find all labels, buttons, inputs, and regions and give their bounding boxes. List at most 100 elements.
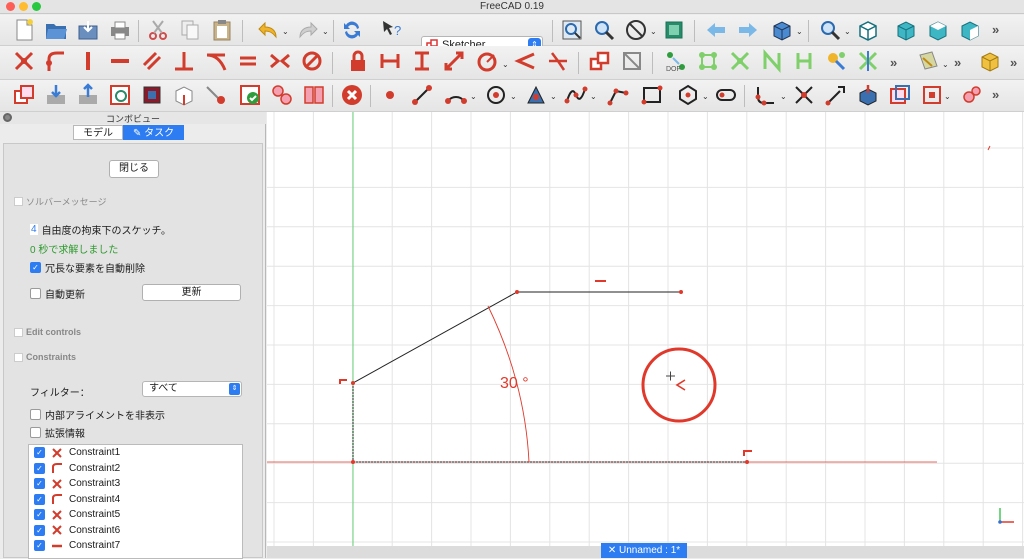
constraint-list[interactable]: ✓ Constraint1 ✓ Constraint2 ✓ Constraint3 ✓ Con… <box>28 444 243 559</box>
hide-internal-alignment-checkbox[interactable]: 内部アライメントを非表示 <box>30 407 165 422</box>
mirror-sketch-icon[interactable] <box>300 80 328 110</box>
toolbar-overflow-icon[interactable]: » <box>1010 55 1017 70</box>
copy-icon[interactable] <box>176 15 204 45</box>
constrain-vertical-icon[interactable] <box>74 46 102 76</box>
sketch-3d-view[interactable]: 30 ° <box>267 112 1024 546</box>
toggle-grid-icon[interactable] <box>914 46 942 76</box>
extended-info-checkbox[interactable]: 拡張情報 <box>30 425 85 440</box>
clone-icon[interactable] <box>958 80 986 110</box>
toolbar-overflow-icon[interactable]: » <box>954 55 961 70</box>
create-slot-icon[interactable] <box>712 80 740 110</box>
select-conflicting-icon[interactable] <box>694 46 722 76</box>
construction-chevron-icon[interactable]: ⌄ <box>944 92 951 101</box>
create-rectangle-icon[interactable] <box>638 80 666 110</box>
constraint-checkbox[interactable]: ✓ <box>34 540 45 552</box>
top-view-icon[interactable] <box>924 15 952 45</box>
export-sketch-icon[interactable] <box>74 80 102 110</box>
new-file-button[interactable] <box>10 15 38 45</box>
select-associated-icon[interactable] <box>758 46 786 76</box>
constrain-point-on-object-icon[interactable] <box>42 46 70 76</box>
undo-dropdown-chevron-icon[interactable]: ⌄ <box>282 27 289 36</box>
create-line-icon[interactable] <box>408 80 436 110</box>
toolbar-overflow-icon[interactable]: » <box>992 87 999 102</box>
create-circle-icon[interactable] <box>482 80 510 110</box>
create-polyline-icon[interactable] <box>604 80 632 110</box>
merge-sketches-icon[interactable] <box>268 80 296 110</box>
extend-edge-icon[interactable] <box>822 80 850 110</box>
constraint-checkbox[interactable]: ✓ <box>34 493 45 505</box>
arc-chevron-icon[interactable]: ⌄ <box>470 92 477 101</box>
front-view-icon[interactable] <box>892 15 920 45</box>
document-tab[interactable]: ✕ Unnamed : 1* <box>601 543 687 558</box>
constrain-symmetric-icon[interactable] <box>266 46 294 76</box>
angle-constraint-icon[interactable] <box>675 379 686 391</box>
external-geometry-icon[interactable] <box>854 80 882 110</box>
fit-all-icon[interactable] <box>558 15 586 45</box>
toolbar-overflow-icon[interactable]: » <box>890 55 897 70</box>
map-sketch-icon[interactable] <box>170 80 198 110</box>
constrain-perpendicular-icon[interactable] <box>170 46 198 76</box>
angle-dimension-label[interactable]: 30 ° <box>500 375 529 392</box>
validate-sketch-icon[interactable] <box>236 80 264 110</box>
print-button[interactable] <box>106 15 134 45</box>
sketch-canvas[interactable]: 30 ° <box>267 112 1024 546</box>
constraint-row[interactable]: ✓ Constraint7 <box>29 538 242 554</box>
auto-remove-redundants-checkbox[interactable]: ✓ 冗長な要素を自動削除 <box>30 260 145 275</box>
whats-this-icon[interactable]: ? <box>378 15 406 45</box>
radius-chevron-icon[interactable]: ⌄ <box>502 60 509 69</box>
constrain-equal-icon[interactable] <box>234 46 262 76</box>
constraint-checkbox[interactable]: ✓ <box>34 478 45 490</box>
constrain-radius-icon[interactable] <box>474 46 502 76</box>
forward-arrow-icon[interactable] <box>734 15 762 45</box>
draw-style-chevron-icon[interactable]: ⌄ <box>650 27 657 36</box>
refresh-icon[interactable] <box>338 15 366 45</box>
trim-edge-icon[interactable] <box>790 80 818 110</box>
polygon-chevron-icon[interactable]: ⌄ <box>702 92 709 101</box>
constrain-tangent-icon[interactable] <box>202 46 230 76</box>
create-arc-icon[interactable] <box>442 80 470 110</box>
grid-chevron-icon[interactable]: ⌄ <box>942 60 949 69</box>
draw-style-icon[interactable] <box>622 15 650 45</box>
bounding-box-icon[interactable] <box>660 15 688 45</box>
constraint-checkbox[interactable]: ✓ <box>34 524 45 536</box>
dof-count[interactable]: 4 <box>30 224 38 235</box>
constrain-distance-icon[interactable] <box>440 46 468 76</box>
constrain-snell-icon[interactable] <box>544 46 572 76</box>
constraint-row[interactable]: ✓ Constraint1 <box>29 445 242 461</box>
undo-icon[interactable] <box>254 15 282 45</box>
constrain-horizontal-distance-icon[interactable] <box>376 46 404 76</box>
panel-close-icon[interactable] <box>3 113 12 122</box>
constrain-coincident-icon[interactable] <box>10 46 38 76</box>
constrain-block-icon[interactable] <box>298 46 326 76</box>
point-on-object-constraint-icon[interactable] <box>339 379 347 384</box>
create-fillet-icon[interactable] <box>752 80 780 110</box>
tab-task[interactable]: ✎ タスク <box>123 125 185 140</box>
back-arrow-icon[interactable] <box>702 15 730 45</box>
close-tab-icon[interactable]: ✕ <box>608 545 619 556</box>
create-conic-icon[interactable] <box>522 80 550 110</box>
constrain-vertical-distance-icon[interactable] <box>408 46 436 76</box>
redo-dropdown-chevron-icon[interactable]: ⌄ <box>322 27 329 36</box>
constraints-section[interactable]: Constraints <box>14 352 76 362</box>
constrain-lock-icon[interactable] <box>344 46 372 76</box>
stop-operation-icon[interactable] <box>338 80 366 110</box>
create-polygon-icon[interactable] <box>674 80 702 110</box>
carbon-copy-icon[interactable] <box>886 80 914 110</box>
leave-sketch-icon[interactable] <box>42 80 70 110</box>
fit-selection-icon[interactable] <box>590 15 618 45</box>
close-button[interactable]: 閉じる <box>109 160 159 178</box>
constraint-checkbox[interactable]: ✓ <box>34 509 45 521</box>
redo-icon[interactable] <box>294 15 322 45</box>
filter-select[interactable]: すべて ⇕ <box>142 381 242 397</box>
constraint-row[interactable]: ✓ Constraint3 <box>29 476 242 492</box>
auto-update-checkbox[interactable]: 自動更新 <box>30 286 85 301</box>
restore-internal-icon[interactable] <box>822 46 850 76</box>
zoom-icon[interactable] <box>816 15 844 45</box>
reorient-sketch-icon[interactable] <box>202 80 230 110</box>
cut-icon[interactable] <box>144 15 172 45</box>
constraint-row[interactable]: ✓ Constraint5 <box>29 507 242 523</box>
constrain-angle-icon[interactable] <box>512 46 540 76</box>
constrain-parallel-icon[interactable] <box>138 46 166 76</box>
new-sketch-icon[interactable] <box>10 80 38 110</box>
view-box-chevron-icon[interactable]: ⌄ <box>796 27 803 36</box>
